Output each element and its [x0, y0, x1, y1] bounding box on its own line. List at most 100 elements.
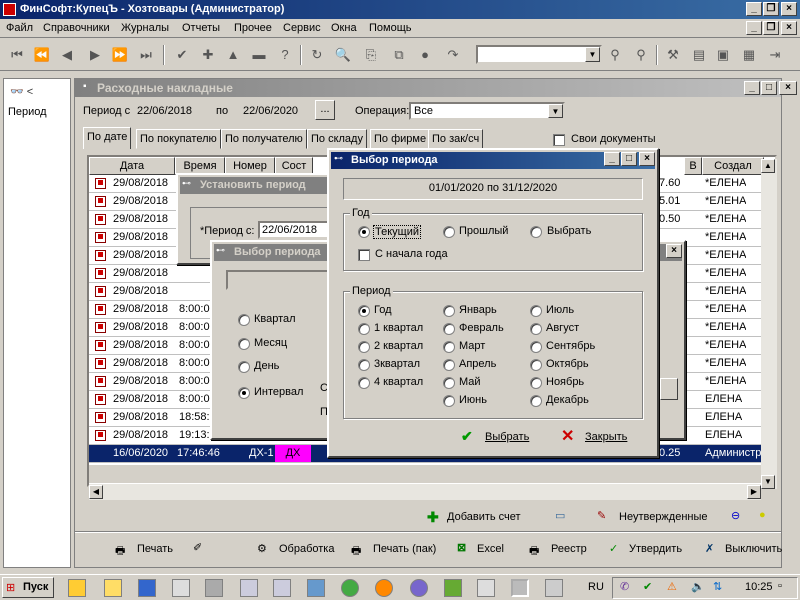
print-button[interactable]: Печать: [137, 543, 173, 555]
choose-period-close-button[interactable]: ×: [639, 152, 655, 166]
col-v[interactable]: В: [684, 157, 702, 175]
explorer-icon[interactable]: [104, 579, 122, 597]
app4-icon[interactable]: [273, 579, 291, 597]
menu-journals[interactable]: Журналы: [121, 22, 169, 34]
binoculars-next-icon[interactable]: ⚲: [632, 46, 650, 64]
app5-icon[interactable]: [307, 579, 325, 597]
month-opt-radio[interactable]: [443, 341, 455, 353]
period-opt-radio[interactable]: [358, 305, 370, 317]
month-opt-radio[interactable]: [443, 323, 455, 335]
pen-icon[interactable]: ✐: [193, 541, 202, 554]
from-year-start-checkbox[interactable]: [358, 249, 370, 261]
network-icon[interactable]: ⇅: [713, 580, 722, 593]
radio-day[interactable]: [238, 361, 250, 373]
menu-file[interactable]: Файл: [6, 22, 33, 34]
radio-last-year[interactable]: [443, 226, 455, 238]
redo-icon[interactable]: ↷: [444, 46, 462, 64]
tab-by-date[interactable]: По дате: [83, 127, 132, 149]
radio-quarter[interactable]: [238, 314, 250, 326]
app3-icon[interactable]: [240, 579, 258, 597]
child-restore-button[interactable]: ❐: [763, 21, 779, 35]
shutdown-icon[interactable]: ✗: [705, 542, 714, 555]
period-opt-radio[interactable]: [358, 323, 370, 335]
doc-close-button[interactable]: ×: [779, 81, 797, 95]
app7-icon[interactable]: [477, 579, 495, 597]
month-opt-radio[interactable]: [530, 323, 542, 335]
restore-button[interactable]: ❐: [763, 2, 779, 16]
next-page-icon[interactable]: ⏩: [111, 46, 129, 64]
scroll-right-icon[interactable]: ▶: [747, 485, 761, 499]
choose-period-maximize-button[interactable]: □: [621, 152, 637, 166]
month-opt-radio[interactable]: [530, 377, 542, 389]
excel-button[interactable]: Excel: [477, 543, 504, 555]
chart-icon[interactable]: ▤: [690, 46, 708, 64]
radio-current-year[interactable]: [358, 226, 370, 238]
app8-icon[interactable]: [545, 579, 563, 597]
combo-arrow-icon[interactable]: ▼: [585, 47, 600, 62]
finsoft-active-icon[interactable]: [511, 579, 529, 597]
period-opt-radio[interactable]: [358, 341, 370, 353]
registry-button[interactable]: Реестр: [551, 543, 587, 555]
check-icon[interactable]: ✔: [173, 46, 191, 64]
month-opt-radio[interactable]: [443, 359, 455, 371]
select-check-icon[interactable]: ✔: [461, 428, 473, 445]
book-icon[interactable]: ▭: [555, 509, 565, 522]
period-opt-radio[interactable]: [358, 377, 370, 389]
own-docs-checkbox[interactable]: [553, 134, 565, 146]
tab-by-order[interactable]: По зак/сч: [428, 129, 484, 149]
menu-other[interactable]: Прочее: [234, 22, 272, 34]
tab-by-warehouse[interactable]: По складу: [307, 129, 367, 149]
minimize-button[interactable]: _: [746, 2, 762, 16]
add-invoice-icon[interactable]: ✚: [427, 509, 439, 526]
duplicate-icon[interactable]: ⧉: [390, 46, 408, 64]
viber-tray-icon[interactable]: ✆: [620, 580, 629, 593]
chrome-icon[interactable]: [341, 579, 359, 597]
viber-icon[interactable]: [410, 579, 428, 597]
add-icon[interactable]: ✚: [199, 46, 217, 64]
radio-interval[interactable]: [238, 387, 250, 399]
scroll-down-icon[interactable]: ▼: [761, 475, 775, 489]
select-button[interactable]: Выбрать: [485, 431, 529, 443]
7zip-icon[interactable]: [205, 579, 223, 597]
remove-icon[interactable]: ▬: [250, 46, 268, 64]
tab-by-buyer[interactable]: По покупателю: [136, 129, 221, 149]
back-side-button[interactable]: [660, 378, 678, 400]
refresh-icon[interactable]: ↻: [308, 46, 326, 64]
print-pack-icon[interactable]: 🖶: [351, 542, 361, 561]
choose-period-minimize-button[interactable]: _: [604, 152, 620, 166]
excel-icon[interactable]: ⊠: [457, 541, 466, 554]
help-icon[interactable]: ?: [276, 46, 294, 64]
windows-icon[interactable]: ▦: [740, 46, 758, 64]
set-period-input[interactable]: 22/06/2018: [258, 221, 334, 239]
last-record-icon[interactable]: ⏭: [137, 46, 155, 64]
next-record-icon[interactable]: ▶: [86, 46, 104, 64]
radio-choose-year[interactable]: [530, 226, 542, 238]
tools-icon[interactable]: ⚒: [664, 46, 682, 64]
check-tray-icon[interactable]: ✔: [643, 580, 652, 593]
month-opt-radio[interactable]: [530, 359, 542, 371]
processing-button[interactable]: Обработка: [279, 543, 334, 555]
vertical-scrollbar[interactable]: ▲ ▼: [761, 159, 777, 489]
binoculars-icon[interactable]: ⚲: [606, 46, 624, 64]
processing-icon[interactable]: ⚙: [257, 542, 267, 555]
print-pack-button[interactable]: Печать (пак): [373, 543, 436, 555]
horizontal-scrollbar[interactable]: ◀ ▶: [89, 484, 761, 500]
operation-arrow-icon[interactable]: ▼: [548, 104, 563, 118]
close-x-icon[interactable]: ✕: [561, 426, 574, 446]
add-invoice-button[interactable]: Добавить счет: [447, 511, 521, 523]
doc-minimize-button[interactable]: _: [744, 81, 760, 95]
app6-icon[interactable]: [444, 579, 462, 597]
unconfirmed-button[interactable]: Неутвержденные: [619, 511, 708, 523]
month-opt-radio[interactable]: [530, 305, 542, 317]
doc-restore-button[interactable]: □: [761, 81, 777, 95]
up-icon[interactable]: ▲: [224, 46, 242, 64]
prev-page-icon[interactable]: ⏪: [33, 46, 51, 64]
glasses-icon[interactable]: 👓 <: [10, 85, 33, 98]
search-combo[interactable]: ▼: [476, 45, 602, 64]
period-ellipsis-button[interactable]: ...: [315, 100, 335, 120]
month-opt-radio[interactable]: [530, 395, 542, 407]
volume-icon[interactable]: 🔈: [691, 580, 705, 593]
approve-button[interactable]: Утвердить: [629, 543, 682, 555]
close-dialog-button[interactable]: Закрыть: [585, 431, 627, 443]
col-date[interactable]: Дата: [89, 157, 175, 175]
